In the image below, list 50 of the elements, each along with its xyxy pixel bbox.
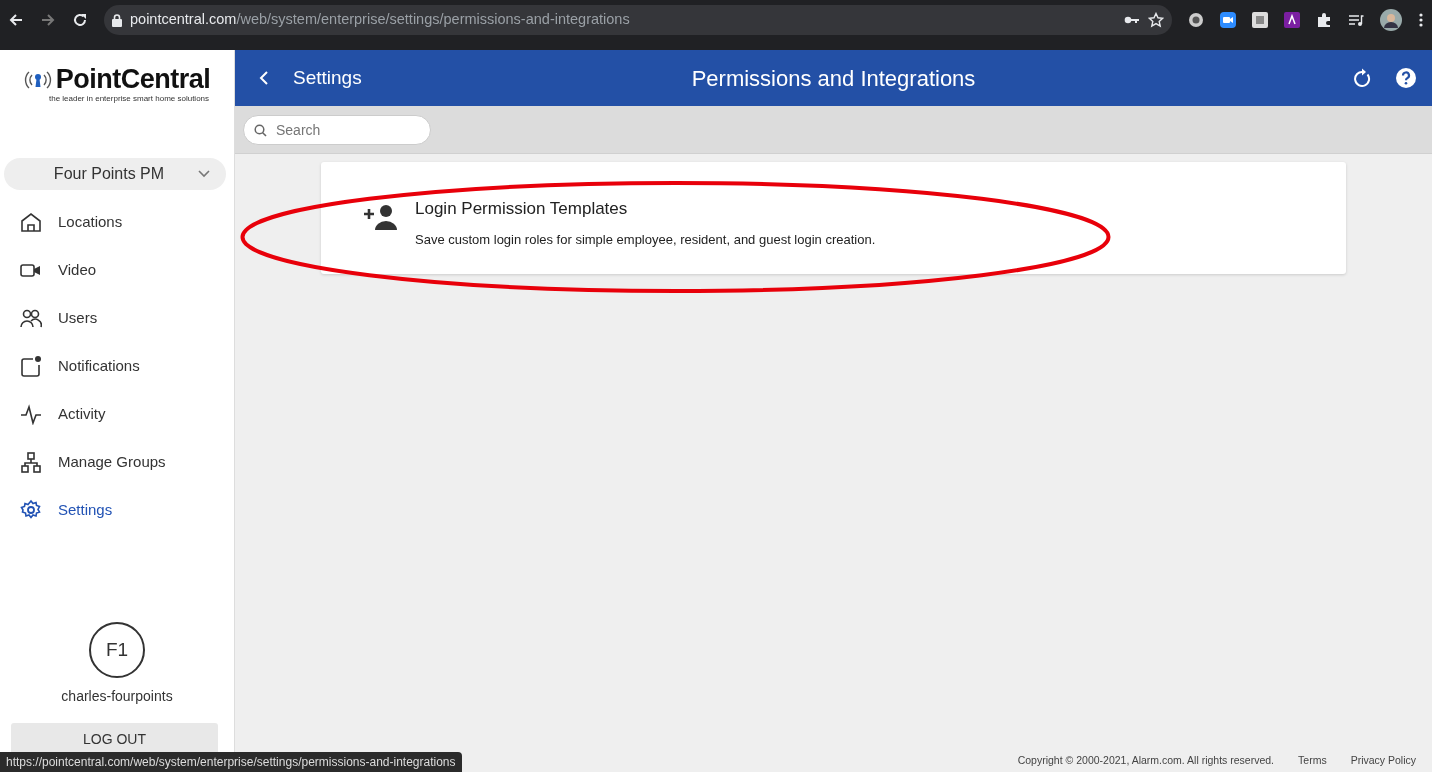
help-icon[interactable]	[1396, 68, 1416, 88]
star-icon[interactable]	[1148, 12, 1164, 28]
sidebar-item[interactable]: Video	[0, 246, 234, 294]
users-icon	[20, 307, 42, 329]
logo-tagline: the leader in enterprise smart home solutions	[48, 93, 210, 105]
search-icon	[254, 123, 267, 137]
profile-avatar-icon[interactable]	[1380, 9, 1402, 31]
sidebar-item[interactable]: Manage Groups	[0, 438, 234, 486]
username: charles-fourpoints	[61, 687, 173, 706]
card-title: Login Permission Templates	[415, 198, 629, 220]
settings-card[interactable]: Login Permission Templates Save custom login roles for simple employee, resident, and guest login creation.	[321, 162, 1346, 274]
sidebar-item[interactable]: Settings	[0, 486, 234, 534]
playlist-icon[interactable]	[1348, 12, 1364, 28]
house-icon	[20, 211, 42, 233]
sidebar-item[interactable]: Locations	[0, 198, 234, 246]
add-user-icon	[363, 204, 399, 230]
link-status-tooltip: https://pointcentral.com/web/system/enterprise/settings/permissions-and-integrations	[0, 752, 462, 772]
pulse-icon	[20, 403, 42, 425]
notification-icon	[20, 355, 42, 377]
sidebar-item[interactable]: Notifications	[0, 342, 234, 390]
url-text: pointcentral.com/web/system/enterprise/settings/permissions-and-integrations	[130, 10, 631, 30]
forward-icon[interactable]	[40, 12, 56, 28]
logo-wordmark: PointCentral	[55, 66, 211, 93]
footer-link[interactable]: Privacy Policy	[1350, 753, 1416, 769]
back-button[interactable]: Settings	[259, 63, 362, 93]
refresh-icon[interactable]	[1354, 68, 1372, 88]
chevron-down-icon	[198, 170, 210, 178]
sidebar-item[interactable]: Activity	[0, 390, 234, 438]
address-bar[interactable]: pointcentral.com/web/system/enterprise/settings/permissions-and-integrations	[104, 5, 1172, 35]
settings-icon	[20, 499, 42, 521]
user-avatar: F1	[89, 622, 145, 678]
hierarchy-icon	[20, 451, 42, 473]
sidebar-item[interactable]: Users	[0, 294, 234, 342]
lock-icon	[112, 13, 122, 27]
copyright-text: Copyright © 2000-2021, Alarm.com. All rights reserved.	[1017, 753, 1275, 769]
puzzle-icon[interactable]	[1316, 12, 1332, 28]
extension-icon[interactable]	[1188, 12, 1204, 28]
chevron-left-icon	[259, 70, 269, 86]
card-description: Save custom login roles for simple employee, resident, and guest login creation.	[415, 230, 876, 249]
footer-link[interactable]: Terms	[1298, 753, 1327, 769]
menu-icon[interactable]	[1418, 12, 1424, 28]
reload-icon[interactable]	[72, 12, 88, 28]
logout-button[interactable]: LOG OUT	[11, 723, 218, 755]
camera-extension-icon[interactable]	[1220, 12, 1236, 28]
back-icon[interactable]	[8, 12, 24, 28]
organization-dropdown[interactable]: Four Points PM	[4, 158, 226, 190]
page-title: Permissions and Integrations	[691, 64, 976, 93]
key-icon[interactable]	[1124, 15, 1140, 25]
search-field[interactable]: Search	[243, 114, 431, 145]
extension-icon[interactable]	[1284, 12, 1300, 28]
